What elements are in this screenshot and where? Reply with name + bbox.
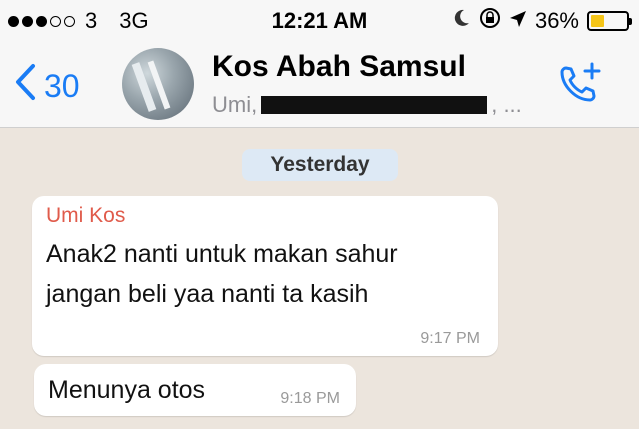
date-separator: Yesterday [242,149,398,181]
phone-plus-icon [556,62,604,112]
message-text: Menunya otos [48,370,205,410]
redacted-block [261,96,488,114]
chat-participants[interactable]: Umi, , ... [212,92,522,118]
subtitle-prefix: Umi, [212,92,258,117]
group-avatar[interactable] [122,48,194,120]
chat-title[interactable]: Kos Abah Samsul [212,50,466,84]
subtitle-suffix: , ... [491,92,522,117]
chevron-left-icon [14,62,36,110]
status-icons: 36% [451,7,632,35]
message-sender: Umi Kos [46,204,126,227]
rotation-lock-icon [479,7,501,35]
message-bubble[interactable]: Umi Kos Anak2 nanti untuk makan sahur ja… [32,196,498,356]
unread-count: 30 [44,67,80,104]
message-line: Menunya otos [48,376,206,404]
chat-area[interactable]: Yesterday Umi Kos Anak2 nanti untuk maka… [0,129,639,429]
battery-percent: 36% [534,8,579,33]
message-line: jangan beli yaa nanti ta kasih [46,280,369,308]
add-call-button[interactable] [556,60,604,108]
back-button[interactable]: 30 [14,62,80,110]
status-bar: 3 3G 12:21 AM 36% [0,0,639,40]
message-time: 9:18 PM [280,390,340,407]
battery-icon [587,11,632,31]
message-bubble[interactable]: Menunya otos 9:18 PM [34,364,356,416]
message-text: Anak2 nanti untuk makan sahur jangan bel… [46,234,398,314]
chat-header: 30 Kos Abah Samsul Umi, , ... [0,40,639,128]
message-time: 9:17 PM [420,330,480,347]
message-line: Anak2 nanti untuk makan sahur [46,240,398,268]
location-arrow-icon [509,8,527,34]
moon-icon [451,8,471,34]
